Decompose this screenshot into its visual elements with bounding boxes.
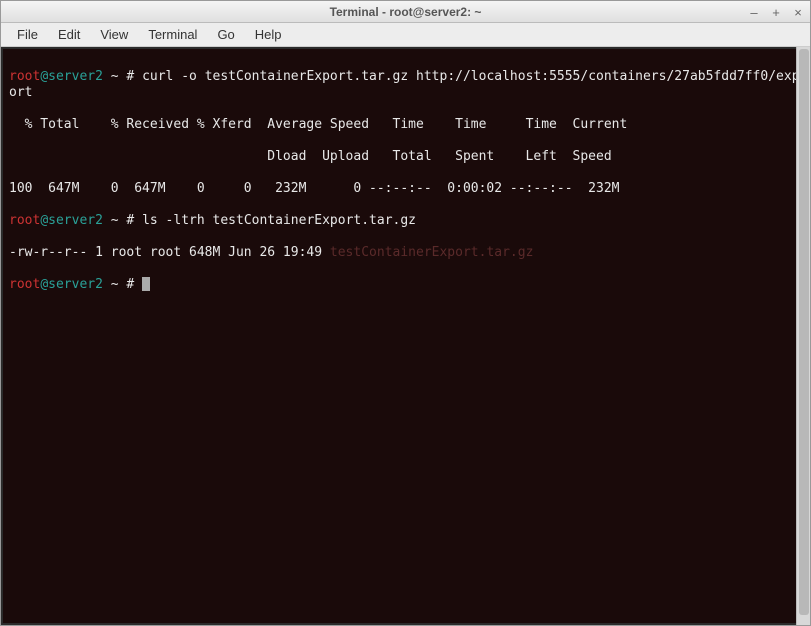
scrollbar-thumb[interactable] bbox=[799, 49, 809, 615]
window-controls: – + × bbox=[746, 1, 806, 23]
menu-view[interactable]: View bbox=[90, 25, 138, 44]
maximize-button[interactable]: + bbox=[768, 4, 784, 20]
curl-header1: % Total % Received % Xferd Average Speed… bbox=[9, 117, 802, 133]
prompt-path: ~ # bbox=[103, 213, 142, 228]
ls-perms: -rw-r--r-- 1 root root 648M Jun 26 19:49 bbox=[9, 245, 330, 260]
window-title: Terminal - root@server2: ~ bbox=[330, 5, 482, 19]
ls-output: -rw-r--r-- 1 root root 648M Jun 26 19:49… bbox=[9, 245, 802, 261]
prompt-host: server2 bbox=[48, 213, 103, 228]
menu-file[interactable]: File bbox=[7, 25, 48, 44]
close-button[interactable]: × bbox=[790, 4, 806, 20]
terminal-container: root@server2 ~ # curl -o testContainerEx… bbox=[1, 47, 810, 625]
terminal-output[interactable]: root@server2 ~ # curl -o testContainerEx… bbox=[3, 49, 808, 623]
menu-edit[interactable]: Edit bbox=[48, 25, 90, 44]
menu-help[interactable]: Help bbox=[245, 25, 292, 44]
prompt-user: root bbox=[9, 69, 40, 84]
curl-progress: 100 647M 0 647M 0 0 232M 0 --:--:-- 0:00… bbox=[9, 181, 802, 197]
prompt-at: @ bbox=[40, 277, 48, 292]
cursor bbox=[142, 277, 150, 291]
line-cmd2: root@server2 ~ # ls -ltrh testContainerE… bbox=[9, 213, 802, 229]
prompt-path: ~ # bbox=[103, 69, 142, 84]
line-prompt-current: root@server2 ~ # bbox=[9, 277, 802, 293]
menu-terminal[interactable]: Terminal bbox=[138, 25, 207, 44]
titlebar: Terminal - root@server2: ~ – + × bbox=[1, 1, 810, 23]
ls-filename: testContainerExport.tar.gz bbox=[330, 245, 534, 260]
prompt-user: root bbox=[9, 277, 40, 292]
minimize-button[interactable]: – bbox=[746, 4, 762, 20]
terminal-window: Terminal - root@server2: ~ – + × File Ed… bbox=[0, 0, 811, 626]
prompt-user: root bbox=[9, 213, 40, 228]
prompt-host: server2 bbox=[48, 69, 103, 84]
menu-go[interactable]: Go bbox=[207, 25, 244, 44]
scrollbar[interactable] bbox=[796, 47, 810, 625]
prompt-host: server2 bbox=[48, 277, 103, 292]
line-cmd1: root@server2 ~ # curl -o testContainerEx… bbox=[9, 69, 802, 101]
prompt-path: ~ # bbox=[103, 277, 142, 292]
command-ls: ls -ltrh testContainerExport.tar.gz bbox=[142, 213, 416, 228]
prompt-at: @ bbox=[40, 69, 48, 84]
prompt-at: @ bbox=[40, 213, 48, 228]
menubar: File Edit View Terminal Go Help bbox=[1, 23, 810, 47]
curl-header2: Dload Upload Total Spent Left Speed bbox=[9, 149, 802, 165]
